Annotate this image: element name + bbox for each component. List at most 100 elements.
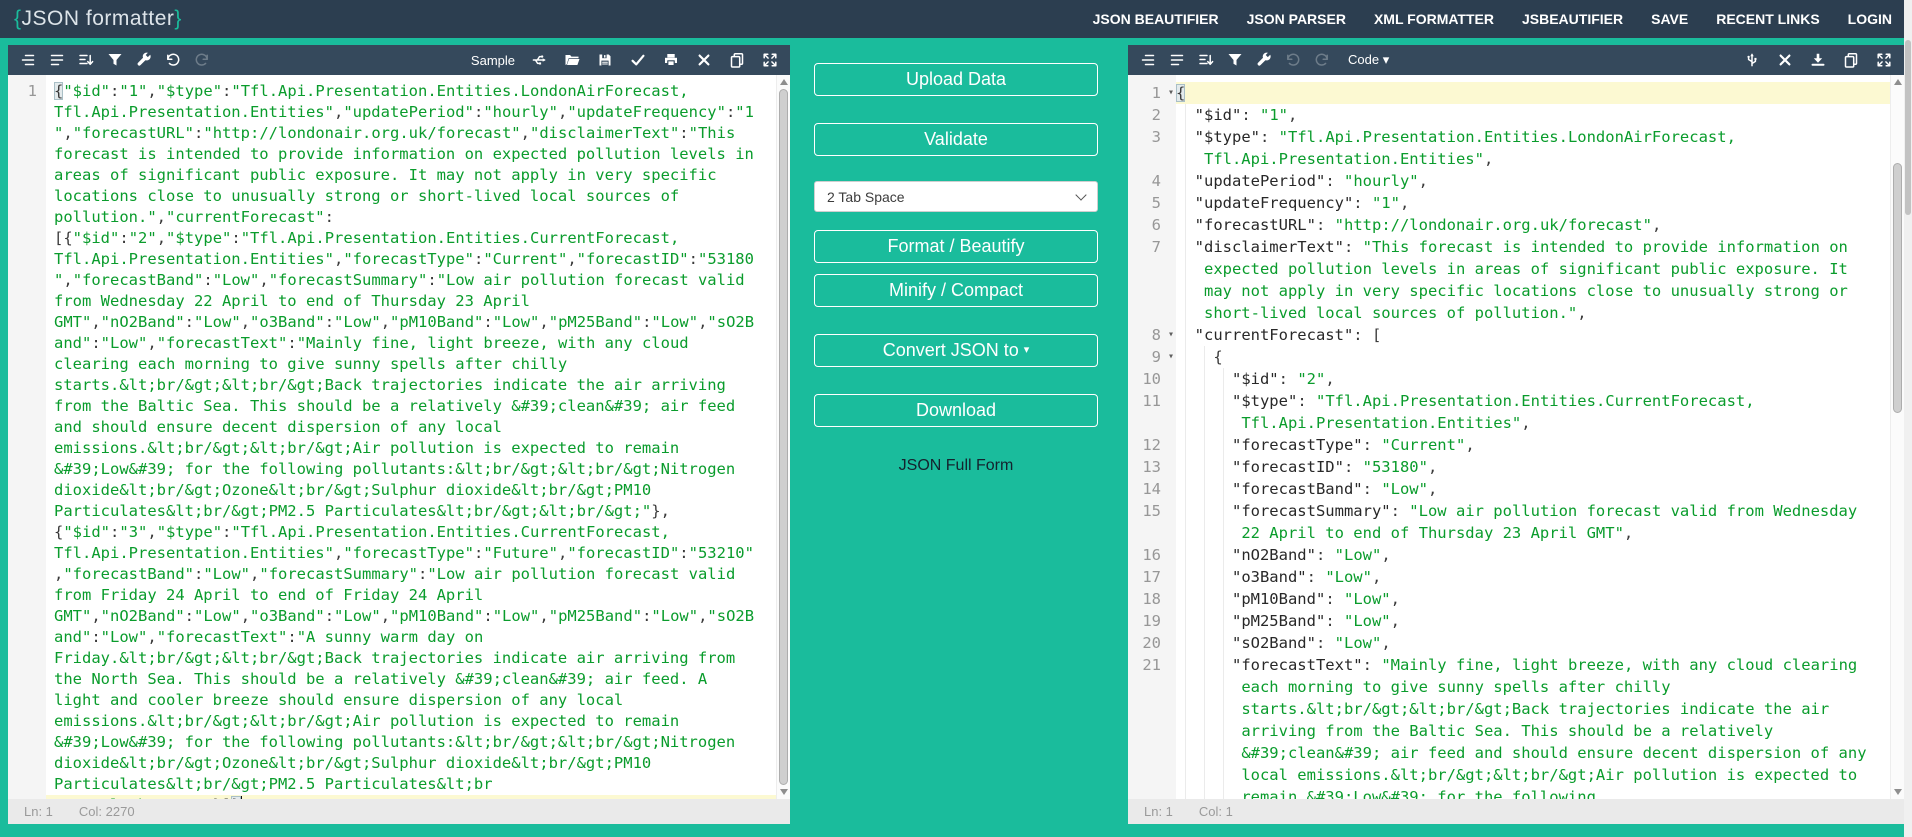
fullscreen-icon[interactable]	[762, 52, 778, 68]
scrollbar-thumb[interactable]	[1893, 163, 1902, 413]
check-icon[interactable]	[630, 52, 646, 68]
filter-icon[interactable]	[107, 52, 123, 68]
copy-icon[interactable]	[1843, 52, 1859, 68]
wrench-icon[interactable]	[136, 52, 152, 68]
json-punct-token: [	[1371, 326, 1382, 344]
nav-item-save[interactable]: SAVE	[1651, 11, 1688, 27]
code-line-content: "currentForecast": [	[1176, 324, 1890, 346]
indent-guide	[1185, 588, 1187, 610]
nav-item-login[interactable]: LOGIN	[1848, 11, 1892, 27]
output-scrollbar[interactable]	[1890, 75, 1904, 799]
sample-dropdown[interactable]: Sample	[471, 53, 515, 68]
upload-data-button[interactable]: Upload Data	[814, 63, 1098, 96]
json-punct-token: ,	[54, 565, 64, 583]
download-button[interactable]: Download	[814, 394, 1098, 427]
format-beautify-button[interactable]: Format / Beautify	[814, 230, 1098, 263]
json-punct-token: :	[1315, 634, 1335, 652]
undo-icon[interactable]	[165, 52, 181, 68]
json-input-textarea[interactable]: {"$id":"1","$type":"Tfl.Api.Presentation…	[46, 75, 776, 799]
line-number-gutter: 20	[1128, 632, 1176, 654]
nav-item-json-beautifier[interactable]: JSON BEAUTIFIER	[1093, 11, 1219, 27]
json-string-token: "Low"	[194, 607, 241, 625]
page-scrollbar[interactable]	[1904, 0, 1912, 837]
fullscreen-icon[interactable]	[1876, 52, 1892, 68]
wrench-icon[interactable]	[1256, 52, 1272, 68]
json-punct-token: ,	[1521, 414, 1531, 432]
json-output-area[interactable]: 1 ▾{2 "$id": "1", 3 "$type": "Tfl.Api.Presen…	[1128, 75, 1890, 799]
json-punct-token: ,	[1427, 480, 1438, 498]
page-scrollbar-thumb[interactable]	[1905, 40, 1911, 215]
undo-icon[interactable]	[1285, 52, 1301, 68]
nav-item-xml-formatter[interactable]: XML FORMATTER	[1374, 11, 1494, 27]
save-icon[interactable]	[597, 52, 613, 68]
auto-format-icon[interactable]	[20, 52, 36, 68]
code-line-content: {	[1176, 346, 1890, 368]
minify-compact-button[interactable]: Minify / Compact	[814, 274, 1098, 307]
fold-arrow-icon[interactable]: ▾	[1168, 324, 1174, 346]
folder-open-icon[interactable]	[564, 52, 580, 68]
json-punct-token: :	[1315, 216, 1335, 234]
nav-item-json-parser[interactable]: JSON PARSER	[1247, 11, 1346, 27]
nav-item-recent-links[interactable]: RECENT LINKS	[1716, 11, 1819, 27]
code-mode-dropdown[interactable]: Code ▾	[1348, 52, 1389, 68]
redo-icon[interactable]	[1314, 52, 1330, 68]
download-icon[interactable]	[1810, 52, 1826, 68]
scroll-down-arrow-icon[interactable]	[780, 789, 788, 795]
close-icon[interactable]	[696, 52, 712, 68]
sort-icon[interactable]	[78, 52, 94, 68]
print-icon[interactable]	[663, 52, 679, 68]
close-icon[interactable]	[1777, 52, 1793, 68]
validate-button[interactable]: Validate	[814, 123, 1098, 156]
cursor-col-indicator: Col: 2270	[78, 804, 135, 819]
scrollbar-thumb[interactable]	[779, 89, 788, 785]
nav-item-jsbeautifier[interactable]: JSBEAUTIFIER	[1522, 11, 1623, 27]
line-number: 8	[1151, 326, 1161, 344]
share-icon[interactable]	[531, 52, 547, 68]
align-left-icon[interactable]	[1169, 52, 1185, 68]
json-string-token: "$id"	[72, 229, 120, 247]
json-string-token: "2"	[1297, 370, 1326, 388]
line-number: 2	[1151, 106, 1161, 124]
share-icon[interactable]	[1744, 52, 1760, 68]
sort-icon[interactable]	[1198, 52, 1214, 68]
json-punct-token: :	[1241, 106, 1260, 124]
json-string-token: "pM10Band"	[390, 607, 484, 625]
json-punct-token: :	[287, 334, 297, 352]
json-key-token: "$type"	[1194, 128, 1260, 146]
actions-column: Upload Data Validate 2 Tab Space Format …	[814, 63, 1098, 475]
json-full-form-link[interactable]: JSON Full Form	[814, 457, 1098, 475]
convert-json-to-button[interactable]: Convert JSON to ▾	[814, 334, 1098, 367]
json-punct-token: ,	[380, 313, 391, 331]
scroll-up-arrow-icon[interactable]	[780, 79, 788, 85]
fold-arrow-icon[interactable]: ▾	[1168, 346, 1174, 368]
json-punct-token: ,	[557, 103, 568, 121]
json-string-token: /&gt;&lt;br/&gt;"	[54, 796, 213, 799]
filter-icon[interactable]	[1227, 52, 1243, 68]
indent-guide	[1222, 368, 1224, 390]
fold-arrow-icon[interactable]: ▾	[1168, 82, 1174, 104]
input-scrollbar[interactable]	[776, 75, 790, 799]
redo-icon[interactable]	[194, 52, 210, 68]
json-punct-token: :	[1278, 370, 1298, 388]
json-string-token: "1"	[1260, 106, 1288, 124]
auto-format-icon[interactable]	[1140, 52, 1156, 68]
json-string-token: "Low"	[492, 607, 540, 625]
copy-icon[interactable]	[729, 52, 745, 68]
tab-space-select[interactable]: 2 Tab Space	[814, 181, 1098, 212]
json-string-token: "Low"	[203, 565, 251, 583]
output-statusbar: Ln: 1 Col: 1	[1128, 799, 1904, 824]
scroll-down-arrow-icon[interactable]	[1894, 789, 1902, 795]
align-left-icon[interactable]	[49, 52, 65, 68]
code-line-content: "forecastBand": "Low",	[1176, 478, 1890, 500]
input-line-number-gutter: 1	[8, 75, 46, 799]
json-punct-token: :	[324, 313, 335, 331]
code-line: 18 "pM10Band": "Low",	[1128, 588, 1890, 610]
site-logo[interactable]: {JSON formatter}	[14, 7, 182, 31]
json-punct-token: :	[1353, 326, 1372, 344]
line-number: 5	[1151, 194, 1161, 212]
scroll-up-arrow-icon[interactable]	[1894, 79, 1902, 85]
indent-guide	[1185, 104, 1187, 126]
json-punct-token: :	[1325, 612, 1344, 630]
indent-guide	[1222, 500, 1224, 544]
json-punct-token: }]	[213, 796, 232, 799]
